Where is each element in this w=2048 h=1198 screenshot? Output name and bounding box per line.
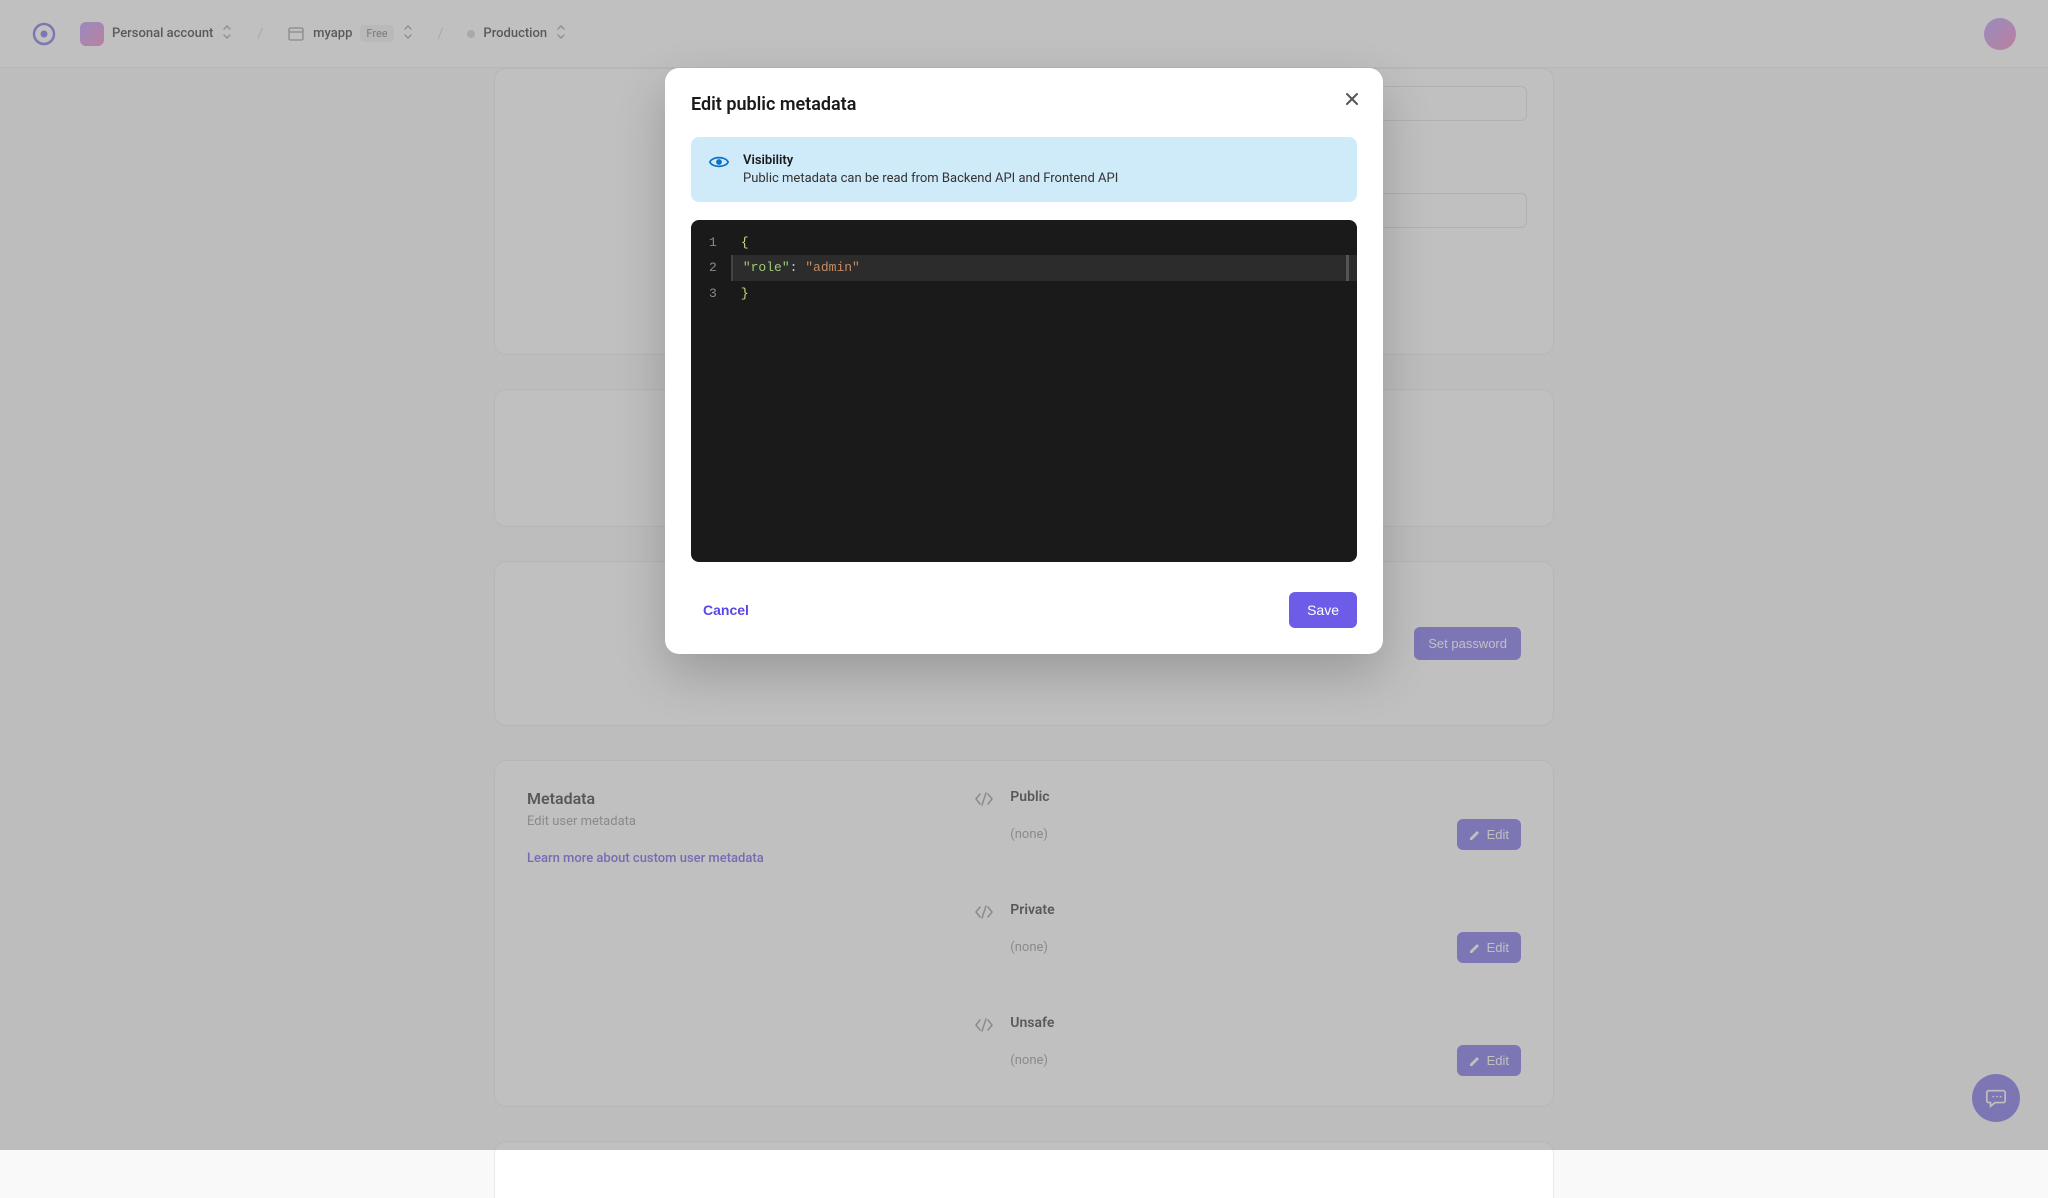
modal-title: Edit public metadata bbox=[691, 94, 1357, 115]
notice-text: Visibility Public metadata can be read f… bbox=[743, 153, 1118, 186]
editor-gutter: 1 2 3 bbox=[691, 220, 729, 562]
line-number: 2 bbox=[709, 255, 717, 280]
line-number: 3 bbox=[709, 281, 717, 306]
code-line: } bbox=[729, 281, 1357, 306]
close-button[interactable] bbox=[1339, 86, 1365, 115]
cancel-button[interactable]: Cancel bbox=[691, 594, 761, 626]
code-line: "role": "admin" bbox=[731, 255, 1357, 280]
close-icon bbox=[1343, 90, 1361, 108]
modal-overlay[interactable]: Edit public metadata Visibility Public m… bbox=[0, 0, 2048, 1150]
notice-title: Visibility bbox=[743, 153, 1118, 168]
edit-metadata-modal: Edit public metadata Visibility Public m… bbox=[665, 68, 1383, 654]
notice-body: Public metadata can be read from Backend… bbox=[743, 171, 1118, 186]
eye-icon bbox=[709, 154, 729, 186]
json-editor[interactable]: 1 2 3 { "role": "admin" } bbox=[691, 220, 1357, 562]
editor-code[interactable]: { "role": "admin" } bbox=[729, 220, 1357, 562]
line-number: 1 bbox=[709, 230, 717, 255]
save-button[interactable]: Save bbox=[1289, 592, 1357, 628]
visibility-notice: Visibility Public metadata can be read f… bbox=[691, 137, 1357, 202]
code-line: { bbox=[729, 230, 1357, 255]
modal-footer: Cancel Save bbox=[691, 592, 1357, 628]
